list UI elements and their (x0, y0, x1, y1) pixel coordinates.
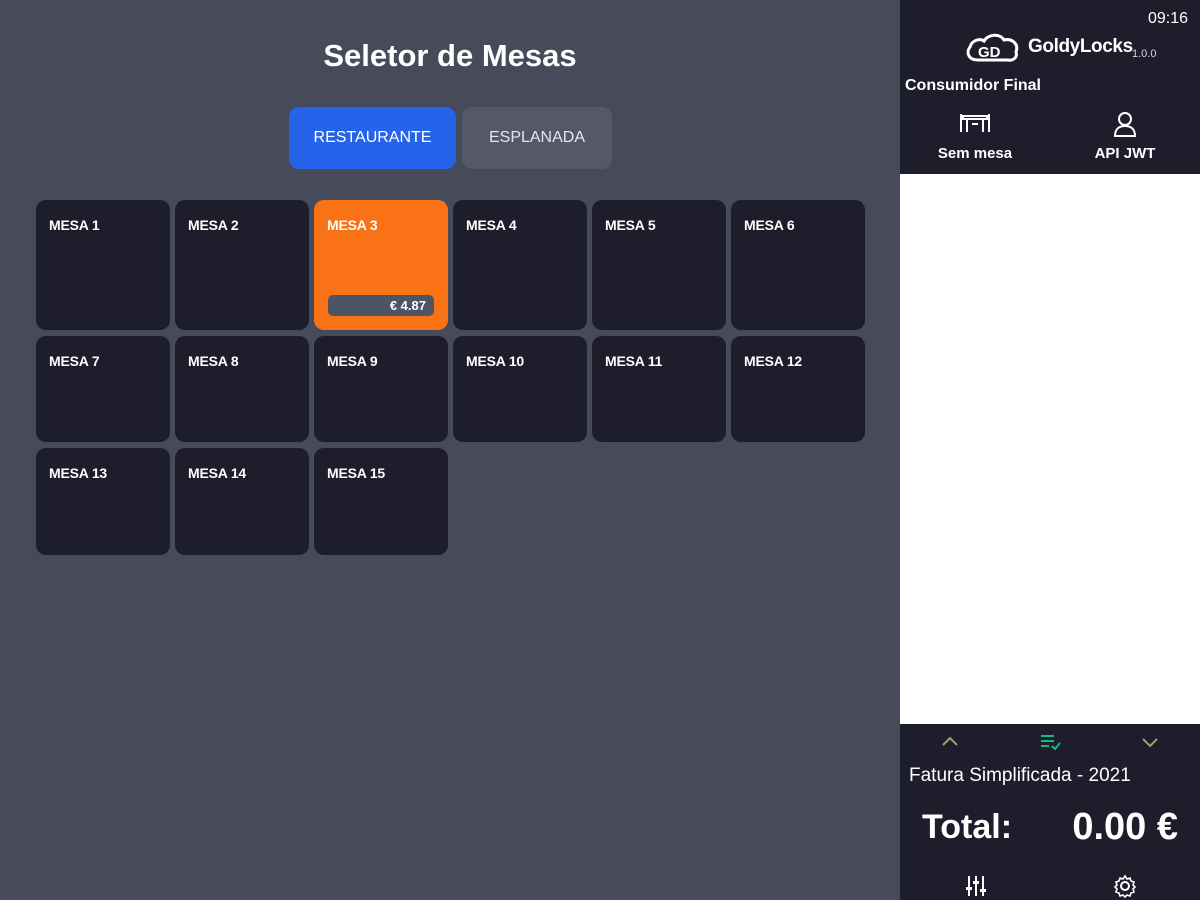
svg-text:GD: GD (978, 44, 1001, 61)
tab-restaurante[interactable]: RESTAURANTE (289, 107, 456, 169)
brand-name: GoldyLocks (1028, 36, 1133, 57)
brand-version: 1.0.0 (1132, 48, 1157, 60)
table-card-7[interactable]: MESA 7 (36, 336, 170, 442)
sliders-icon[interactable] (963, 873, 989, 899)
table-label: MESA 14 (188, 465, 246, 481)
checklist-icon[interactable] (1038, 730, 1062, 754)
gear-icon[interactable] (1112, 873, 1138, 899)
table-card-13[interactable]: MESA 13 (36, 448, 170, 555)
user-label: API JWT (1094, 145, 1156, 162)
select-table-button[interactable]: Sem mesa (915, 110, 1035, 162)
table-label: MESA 6 (744, 217, 795, 233)
table-label: MESA 5 (605, 217, 656, 233)
page-title: Seletor de Mesas (323, 38, 577, 73)
table-label: MESA 1 (49, 217, 100, 233)
table-label: MESA 12 (744, 353, 802, 369)
tab-esplanada[interactable]: ESPLANADA (462, 107, 612, 169)
table-card-9[interactable]: MESA 9 (314, 336, 448, 442)
table-card-8[interactable]: MESA 8 (175, 336, 309, 442)
table-card-10[interactable]: MESA 10 (453, 336, 587, 442)
area-tabs: RESTAURANTE ESPLANADA (289, 107, 612, 169)
table-label: MESA 11 (605, 353, 663, 369)
total-label: Total: (922, 808, 1013, 846)
clock: 09:16 (1147, 10, 1188, 27)
chevron-up-icon[interactable] (938, 730, 962, 754)
order-items-list[interactable] (900, 174, 1200, 724)
table-card-1[interactable]: MESA 1 (36, 200, 170, 330)
table-card-12[interactable]: MESA 12 (731, 336, 865, 442)
order-nav-row (900, 730, 1200, 754)
user-icon (1113, 112, 1137, 137)
table-card-2[interactable]: MESA 2 (175, 200, 309, 330)
table-label: MESA 13 (49, 465, 107, 481)
goldylocks-logo-icon: GD (966, 33, 1019, 62)
table-selector-panel: Seletor de Mesas RESTAURANTE ESPLANADA M… (0, 0, 900, 900)
table-card-15[interactable]: MESA 15 (314, 448, 448, 555)
document-type[interactable]: Fatura Simplificada - 2021 (909, 765, 1131, 787)
total-value: 0.00 € (1072, 806, 1178, 848)
table-label: MESA 4 (466, 217, 517, 233)
table-label: MESA 8 (188, 353, 239, 369)
table-card-11[interactable]: MESA 11 (592, 336, 726, 442)
table-label: MESA 10 (466, 353, 524, 369)
table-label: MESA 2 (188, 217, 239, 233)
table-label: MESA 7 (49, 353, 100, 369)
customer-name[interactable]: Consumidor Final (905, 77, 1041, 95)
table-card-4[interactable]: MESA 4 (453, 200, 587, 330)
user-button[interactable]: API JWT (1065, 110, 1185, 162)
table-label: MESA 9 (327, 353, 378, 369)
table-amount-badge: € 4.87 (328, 295, 434, 316)
table-card-6[interactable]: MESA 6 (731, 200, 865, 330)
table-card-14[interactable]: MESA 14 (175, 448, 309, 555)
table-label: MESA 3 (327, 217, 378, 233)
table-icon (960, 114, 990, 132)
chevron-down-icon[interactable] (1138, 730, 1162, 754)
select-table-label: Sem mesa (937, 145, 1013, 162)
order-sidebar: 09:16 GD GoldyLocks 1.0.0 Consumidor Fin… (900, 0, 1200, 900)
table-card-5[interactable]: MESA 5 (592, 200, 726, 330)
table-label: MESA 15 (327, 465, 385, 481)
table-card-3[interactable]: MESA 3 € 4.87 (314, 200, 448, 330)
